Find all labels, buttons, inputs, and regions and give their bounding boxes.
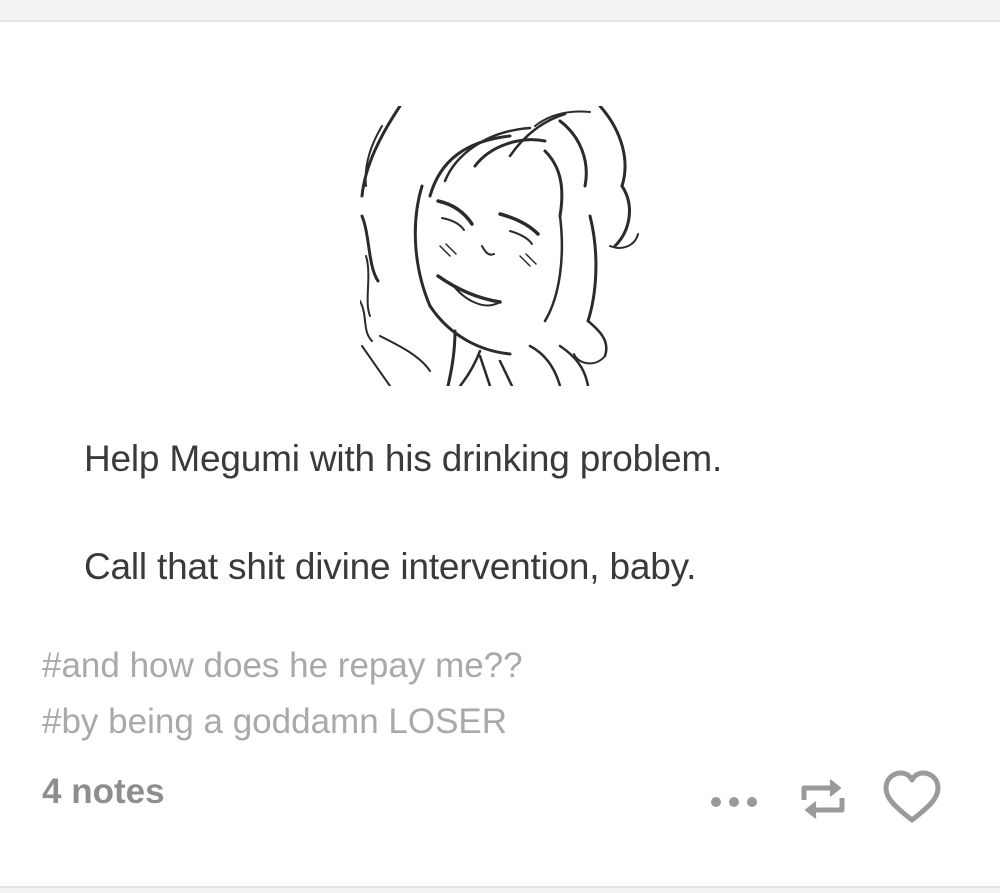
post-tag[interactable]: #and how does he repay me?? (42, 646, 523, 686)
heart-icon (883, 770, 941, 823)
post-tag[interactable]: #by being a goddamn LOSER (42, 702, 507, 742)
post-image[interactable] (359, 104, 640, 388)
notes-count[interactable]: 4 notes (42, 772, 165, 812)
reblog-button[interactable] (796, 774, 850, 824)
post-card: Help Megumi with his drinking problem. C… (0, 20, 1000, 888)
reblog-icon (801, 779, 845, 819)
more-dots-icon (711, 797, 757, 807)
post-body-line: Call that shit divine intervention, baby… (84, 546, 697, 587)
more-options-button[interactable] (706, 780, 762, 820)
post-body-line: Help Megumi with his drinking problem. (84, 438, 723, 479)
like-button[interactable] (880, 768, 944, 828)
